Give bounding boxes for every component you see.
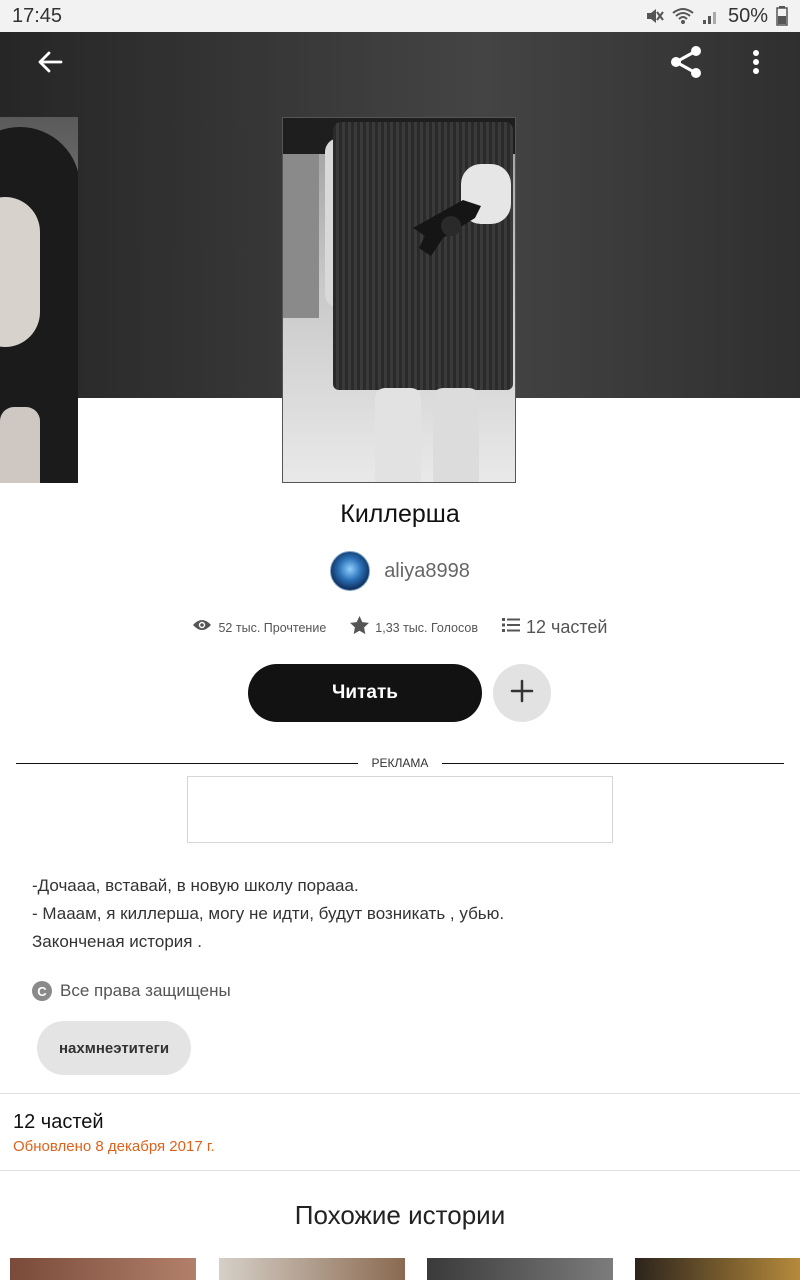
battery-text: 50% (727, 4, 768, 27)
plus-icon (510, 679, 534, 708)
votes-stat: 1,33 тыс. Голосов (350, 616, 478, 639)
similar-story-cover[interactable] (10, 1258, 196, 1280)
parts-stat: 12 частей (501, 617, 608, 638)
copyright-notice: C Все права защищены (32, 981, 231, 1001)
author-row[interactable]: aliya8998 (0, 551, 800, 591)
description-line: -Дочааа, вставай, в новую школу пораaа. (32, 876, 359, 895)
more-options-button[interactable] (734, 42, 778, 86)
story-title: Киллерша (340, 500, 460, 528)
author-name[interactable]: aliya8998 (384, 560, 470, 583)
table-of-contents-title[interactable]: 12 частей (13, 1111, 104, 1134)
copyright-icon: C (32, 981, 52, 1001)
updated-date: Обновлено 8 декабря 2017 г. (13, 1138, 215, 1155)
tag-chip[interactable]: нахмнеэтитеги (37, 1021, 192, 1075)
status-icons: 50% (644, 5, 788, 28)
description-line: Законченая история . (32, 932, 202, 951)
share-icon (668, 44, 704, 85)
read-button[interactable]: Читать (248, 664, 482, 722)
status-bar: 17:45 50% (0, 0, 800, 32)
battery-icon (776, 6, 788, 26)
reads-count: 52 тыс. Прочтение (218, 620, 327, 635)
star-icon (350, 616, 370, 639)
parts-count: 12 частей (525, 617, 608, 637)
ad-slot[interactable] (187, 776, 613, 843)
list-icon (501, 617, 520, 638)
ad-divider-right (442, 763, 784, 764)
similar-stories-list (0, 1258, 800, 1280)
eye-icon (192, 618, 212, 637)
signal-icon (702, 7, 720, 25)
share-button[interactable] (664, 42, 708, 86)
similar-stories-title: Похожие истории (294, 1200, 506, 1230)
story-stats: 52 тыс. Прочтение 1,33 тыс. Голосов 12 ч… (0, 616, 800, 639)
rights-text: Все права защищены (60, 981, 231, 1000)
arrow-left-icon (37, 49, 63, 80)
divider (0, 1170, 800, 1171)
status-time: 17:45 (12, 4, 63, 27)
mute-icon (644, 6, 664, 26)
votes-count: 1,33 тыс. Голосов (375, 620, 478, 635)
ad-divider-left (16, 763, 358, 764)
divider (0, 1093, 800, 1094)
story-description: -Дочааа, вставай, в новую школу пораaа. … (32, 872, 772, 956)
story-cover[interactable] (282, 117, 516, 483)
add-to-library-button[interactable] (493, 664, 551, 722)
back-button[interactable] (28, 42, 72, 86)
previous-story-cover[interactable] (0, 117, 78, 483)
avatar[interactable] (330, 551, 371, 591)
more-vertical-icon (752, 49, 760, 80)
similar-story-cover[interactable] (635, 1258, 800, 1280)
similar-story-cover[interactable] (427, 1258, 613, 1280)
ad-label: РЕКЛАМА (371, 756, 429, 770)
wifi-icon (672, 6, 694, 26)
description-line: - Мааам, я киллерша, могу не идти, будут… (32, 904, 505, 923)
similar-story-cover[interactable] (219, 1258, 405, 1280)
reads-stat: 52 тыс. Прочтение (192, 618, 326, 637)
